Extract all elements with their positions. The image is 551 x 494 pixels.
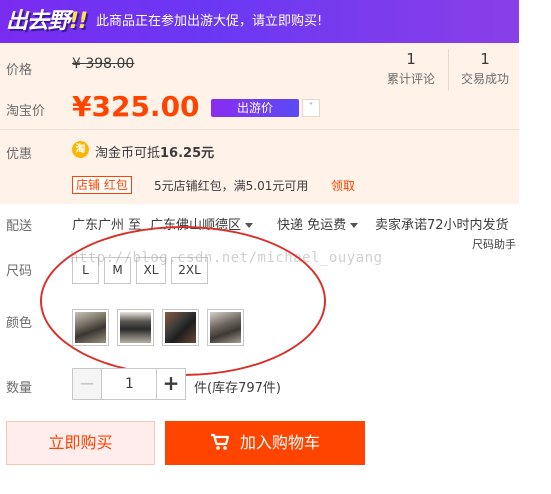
product-thumbnail bbox=[165, 312, 196, 343]
chevron-down-icon bbox=[245, 223, 254, 228]
promo-logo-text: 出去野 bbox=[6, 9, 70, 34]
coin-discount-prefix: 淘金币可抵 bbox=[95, 146, 161, 161]
quantity-input[interactable]: 1 bbox=[103, 369, 156, 399]
chevron-down-icon[interactable]: ˅ bbox=[302, 99, 320, 117]
promotions-panel: 优惠 淘 淘金币可抵16.25元 店铺 红包 5元店铺红包，满5.01元可用 领… bbox=[0, 129, 519, 204]
deals-stat[interactable]: 1 交易成功 bbox=[450, 50, 520, 87]
delivery-destination-select[interactable]: 广东佛山顺德区 bbox=[150, 214, 254, 233]
claim-link[interactable]: 领取 bbox=[331, 177, 355, 194]
size-label: 尺码 bbox=[6, 264, 33, 279]
quantity-label: 数量 bbox=[6, 381, 33, 396]
add-to-cart-label: 加入购物车 bbox=[239, 433, 320, 452]
chevron-down-icon bbox=[350, 223, 359, 228]
deals-label: 交易成功 bbox=[460, 72, 509, 86]
size-helper-link[interactable]: 尺码助手 bbox=[472, 236, 516, 252]
reviews-count: 1 bbox=[406, 50, 416, 68]
size-option[interactable]: L bbox=[72, 257, 99, 284]
increase-button[interactable]: + bbox=[156, 369, 185, 399]
stat-divider bbox=[448, 49, 449, 91]
size-option[interactable]: 2XL bbox=[171, 257, 208, 284]
promo-banner: 出去野!! 此商品正在参加出游大促，请立即购买! bbox=[0, 0, 519, 43]
shipping-method: 快递 免运费 bbox=[277, 218, 347, 233]
cart-icon bbox=[210, 433, 230, 450]
color-label: 颜色 bbox=[6, 316, 33, 331]
coin-discount-text: 淘金币可抵16.25元 bbox=[95, 142, 214, 161]
shop-redpacket-tag: 店铺 红包 bbox=[72, 176, 132, 194]
promo-logo-mark: !! bbox=[69, 9, 88, 34]
product-thumbnail bbox=[75, 312, 106, 343]
color-option[interactable] bbox=[72, 309, 109, 346]
promo-message: 此商品正在参加出游大促，请立即购买! bbox=[96, 14, 323, 29]
color-option[interactable] bbox=[207, 309, 244, 346]
current-price-label: 淘宝价 bbox=[6, 104, 46, 119]
original-price: ¥ 398.00 bbox=[72, 56, 135, 72]
decrease-button[interactable]: − bbox=[73, 369, 102, 399]
coin-discount-amount: 16.25元 bbox=[160, 146, 215, 161]
product-thumbnail bbox=[210, 312, 241, 343]
buy-now-button[interactable]: 立即购买 bbox=[6, 421, 155, 465]
reviews-label: 累计评论 bbox=[386, 72, 435, 86]
add-to-cart-button[interactable]: 加入购物车 bbox=[165, 421, 365, 465]
taobao-coin-icon: 淘 bbox=[72, 141, 89, 158]
shipping-method-select[interactable]: 快递 免运费 bbox=[277, 214, 359, 233]
deals-count: 1 bbox=[480, 50, 490, 68]
color-option[interactable] bbox=[162, 309, 199, 346]
product-thumbnail bbox=[120, 312, 151, 343]
current-price: ¥325.00 bbox=[72, 90, 200, 123]
size-option[interactable]: XL bbox=[136, 257, 166, 284]
quantity-stepper: − 1 + bbox=[72, 368, 186, 400]
shop-redpacket-text: 5元店铺红包，满5.01元可用 bbox=[154, 179, 309, 193]
stock-text: 件(库存797件) bbox=[194, 381, 281, 396]
delivery-destination: 广东佛山顺德区 bbox=[150, 218, 242, 233]
size-option[interactable]: M bbox=[104, 257, 131, 284]
price-panel: 价格 ¥ 398.00 淘宝价 ¥325.00 出游价 ˅ 1 累计评论 1 交… bbox=[0, 43, 519, 129]
color-option[interactable] bbox=[117, 309, 154, 346]
reviews-stat[interactable]: 1 累计评论 bbox=[376, 50, 446, 87]
promotions-label: 优惠 bbox=[6, 147, 33, 162]
original-price-label: 价格 bbox=[6, 63, 33, 78]
promo-logo: 出去野!! bbox=[6, 6, 88, 38]
delivery-label: 配送 bbox=[6, 219, 33, 234]
delivery-from: 广东广州 至 bbox=[72, 218, 142, 233]
event-price-badge[interactable]: 出游价 bbox=[211, 99, 299, 117]
shipping-promise: 卖家承诺72小时内发货 bbox=[375, 218, 509, 233]
annotation-ellipse bbox=[40, 226, 326, 376]
